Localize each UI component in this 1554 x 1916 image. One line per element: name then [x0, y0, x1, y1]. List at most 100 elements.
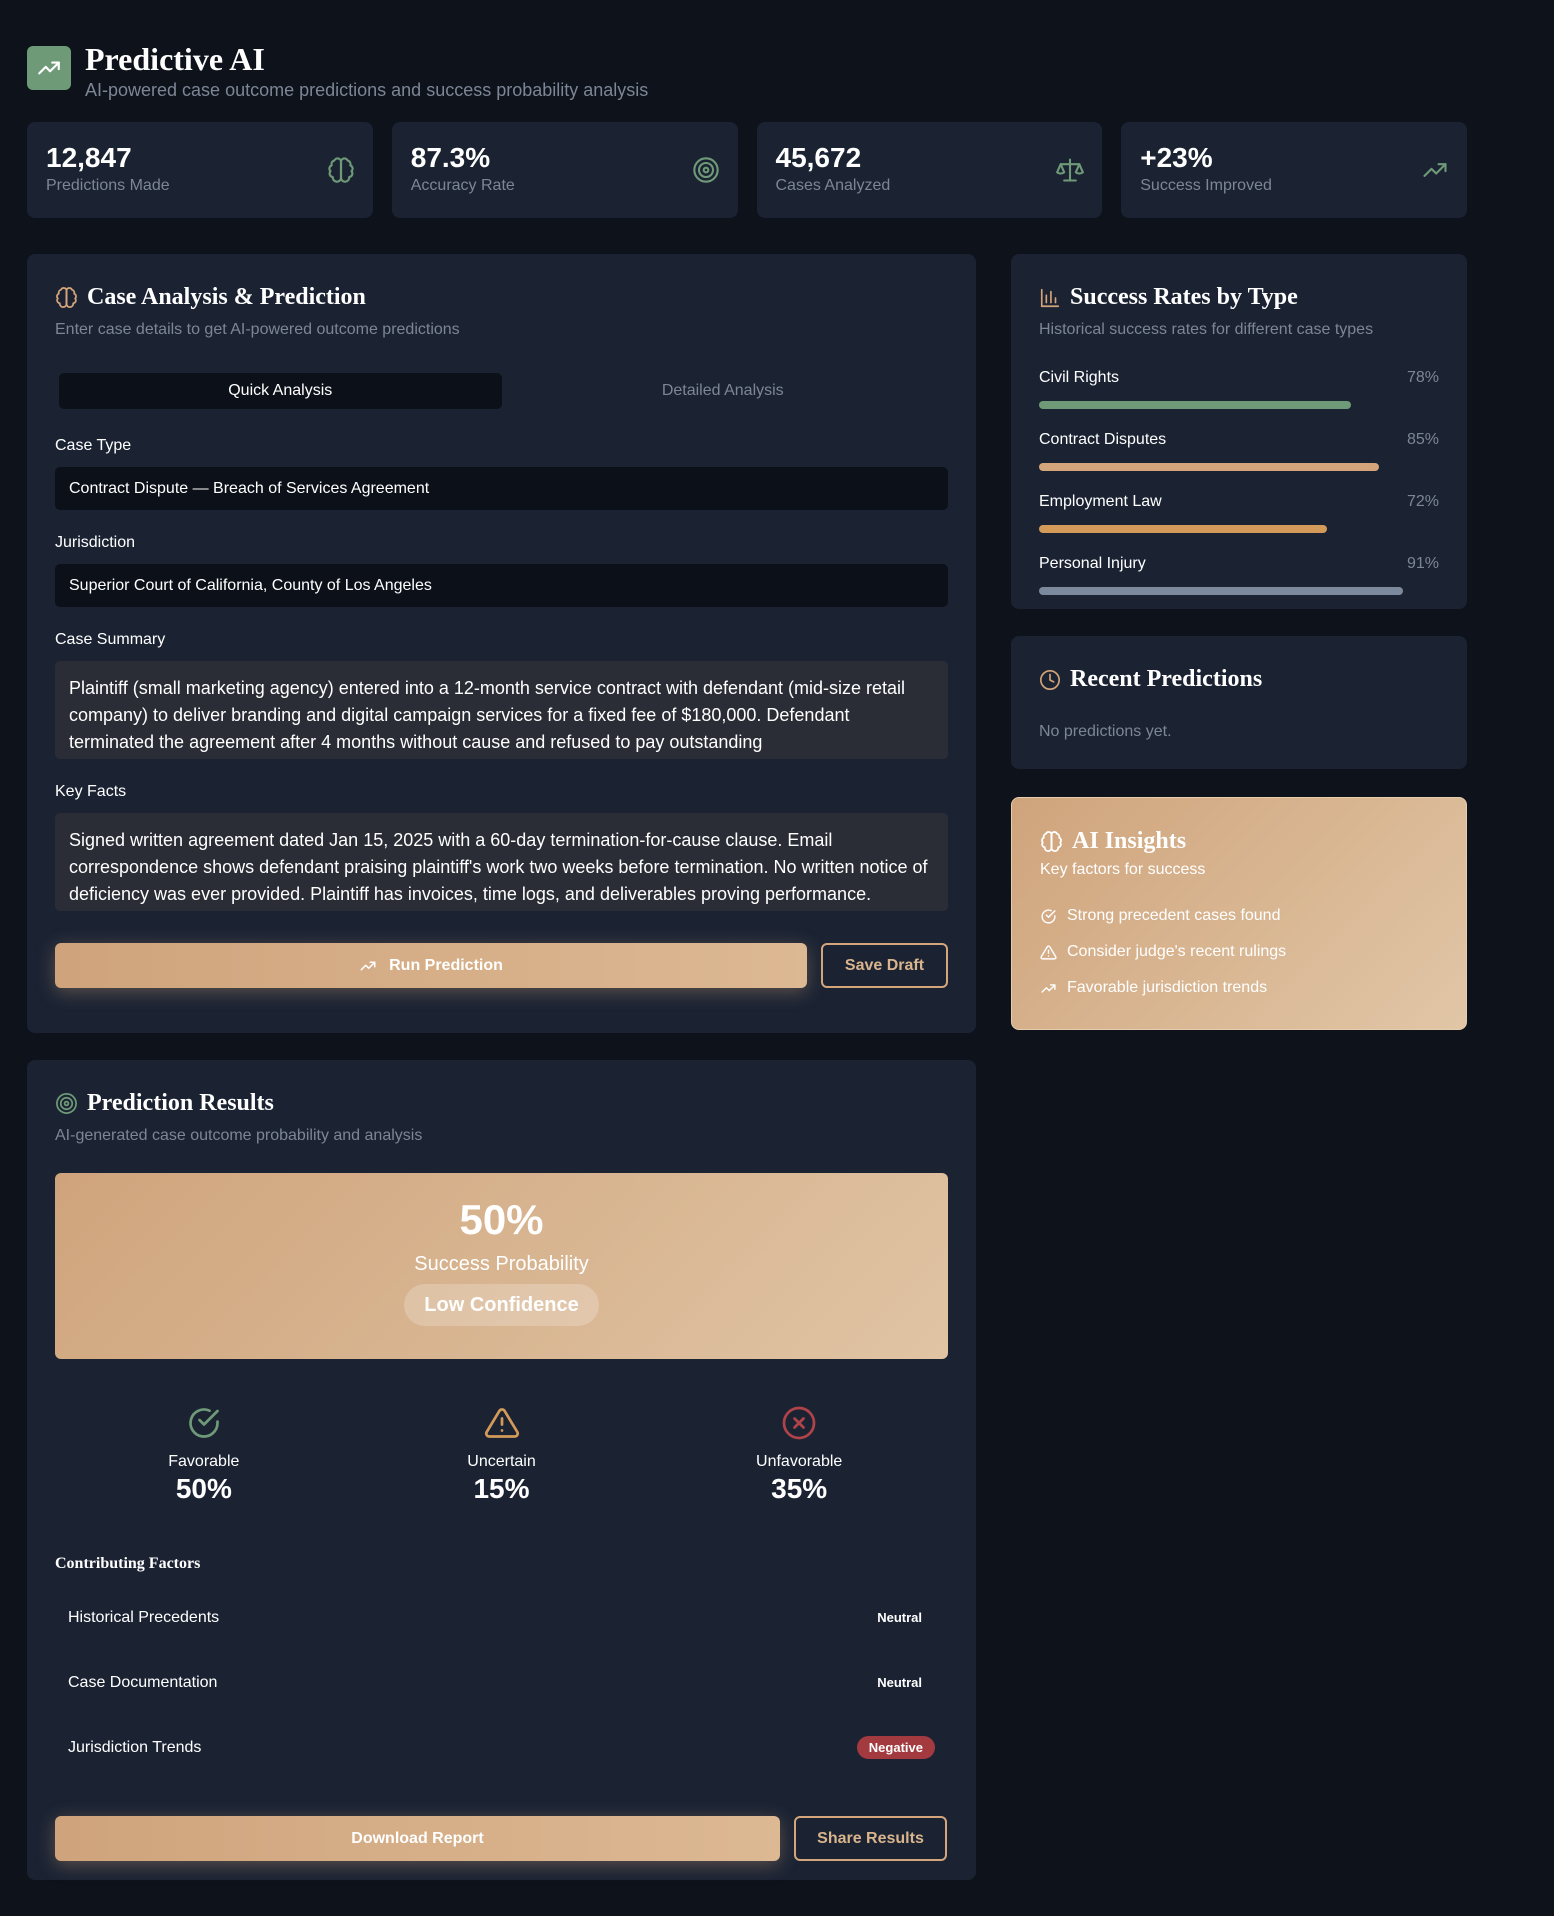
target-icon	[55, 1092, 78, 1115]
case-summary-textarea[interactable]: Plaintiff (small marketing agency) enter…	[55, 661, 948, 759]
probability-panel: 50% Success Probability Low Confidence	[55, 1173, 948, 1359]
clock-icon	[1039, 669, 1061, 691]
save-draft-button[interactable]: Save Draft	[821, 943, 948, 988]
confidence-badge: Low Confidence	[404, 1284, 599, 1326]
factor-name: Case Documentation	[68, 1673, 218, 1691]
card-header: Prediction Results	[55, 1090, 948, 1117]
recent-predictions-card: Recent Predictions No predictions yet.	[1011, 636, 1467, 769]
factor-impact-badge: Neutral	[877, 1610, 922, 1625]
run-prediction-button[interactable]: Run Prediction	[55, 943, 807, 988]
jurisdiction-input[interactable]: Superior Court of California, County of …	[55, 564, 948, 607]
factors-title: Contributing Factors	[55, 1555, 201, 1572]
page-subtitle: AI-powered case outcome predictions and …	[85, 80, 649, 100]
rates-list: Civil Rights 78% Contract Disputes 85% Emp…	[1039, 369, 1439, 595]
rate-item: Contract Disputes 85%	[1039, 431, 1439, 471]
empty-state-text: No predictions yet.	[1039, 723, 1172, 740]
x-circle-icon	[781, 1405, 817, 1441]
factor-row: Jurisdiction Trends Negative	[55, 1715, 948, 1780]
download-report-button[interactable]: Download Report	[55, 1816, 780, 1861]
stat-value: 45,672	[775, 142, 862, 173]
factor-name: Historical Precedents	[68, 1608, 220, 1626]
outcome-value: 50%	[175, 1473, 232, 1504]
rate-name: Civil Rights	[1039, 369, 1120, 386]
share-results-button[interactable]: Share Results	[794, 1816, 947, 1861]
trending-up-icon	[27, 46, 71, 90]
factor-impact-badge: Negative	[856, 1736, 935, 1759]
insight-text: Favorable jurisdiction trends	[1067, 979, 1268, 996]
run-prediction-label: Run Prediction	[389, 956, 503, 974]
outcome-label: Favorable	[168, 1453, 240, 1470]
tab-detailed-analysis[interactable]: Detailed Analysis	[502, 373, 945, 409]
key-facts-label: Key Facts	[55, 783, 127, 800]
stat-label: Accuracy Rate	[410, 177, 515, 194]
case-type-label: Case Type	[55, 437, 132, 454]
outcome-label: Unfavorable	[756, 1453, 843, 1470]
rate-name: Employment Law	[1039, 493, 1162, 510]
insight-text: Strong precedent cases found	[1067, 907, 1281, 924]
card-header: Case Analysis & Prediction	[55, 284, 948, 311]
card-title: AI Insights	[1072, 828, 1187, 854]
stats-row: 12,847 Predictions Made 87.3% Accuracy R…	[27, 122, 1467, 218]
jurisdiction-label: Jurisdiction	[55, 534, 136, 551]
target-icon	[692, 156, 720, 184]
trending-up-icon	[359, 957, 377, 975]
insight-item: Strong precedent cases found	[1040, 907, 1438, 925]
card-title: Success Rates by Type	[1070, 284, 1298, 310]
card-header: Success Rates by Type	[1039, 284, 1439, 311]
factor-row: Case Documentation Neutral	[55, 1650, 948, 1715]
outcome-value: 15%	[473, 1473, 530, 1504]
rate-bar-track	[1039, 401, 1439, 409]
alert-triangle-icon	[1040, 944, 1057, 961]
insight-item: Favorable jurisdiction trends	[1040, 979, 1438, 997]
stat-label: Cases Analyzed	[775, 177, 891, 194]
rate-item: Civil Rights 78%	[1039, 369, 1439, 409]
case-analysis-card: Case Analysis & Prediction Enter case de…	[27, 254, 976, 1033]
card-header: Recent Predictions	[1039, 666, 1439, 693]
case-summary-label: Case Summary	[55, 631, 166, 648]
page-header: Predictive AI AI-powered case outcome pr…	[27, 40, 648, 101]
trending-up-icon	[1421, 156, 1449, 184]
case-actions: Run Prediction Save Draft	[55, 943, 948, 988]
rate-item: Personal Injury 91%	[1039, 555, 1439, 595]
probability-value: 50%	[459, 1196, 544, 1243]
stat-value: 12,847	[46, 142, 132, 173]
page-title: Predictive AI	[85, 41, 265, 77]
card-title: Case Analysis & Prediction	[87, 284, 366, 310]
rate-bar-fill	[1039, 401, 1351, 409]
alert-triangle-icon	[484, 1405, 520, 1441]
rate-percent: 85%	[1406, 431, 1439, 448]
outcome-favorable: Favorable 50%	[55, 1405, 353, 1505]
rate-name: Personal Injury	[1039, 555, 1146, 572]
card-header: AI Insights	[1040, 828, 1438, 855]
rate-bar-fill	[1039, 525, 1327, 533]
check-circle-icon	[186, 1405, 222, 1441]
insight-item: Consider judge's recent rulings	[1040, 943, 1438, 961]
rate-bar-track	[1039, 525, 1439, 533]
rate-name: Contract Disputes	[1039, 431, 1167, 448]
card-title: Prediction Results	[87, 1090, 274, 1116]
insight-text: Consider judge's recent rulings	[1067, 943, 1287, 960]
probability-label: Success Probability	[414, 1253, 589, 1275]
trending-up-icon	[1040, 980, 1057, 997]
insights-list: Strong precedent cases found Consider ju…	[1040, 907, 1438, 997]
analysis-tabs: Quick Analysis Detailed Analysis	[55, 369, 948, 413]
key-facts-textarea[interactable]: Signed written agreement dated Jan 15, 2…	[55, 813, 948, 911]
case-type-input[interactable]: Contract Dispute — Breach of Services Ag…	[55, 467, 948, 510]
outcome-breakdown: Favorable 50% Uncertain 15% Unfavorable …	[55, 1405, 948, 1505]
factor-impact-badge: Neutral	[877, 1675, 922, 1690]
outcome-uncertain: Uncertain 15%	[353, 1405, 651, 1505]
factors-list: Historical Precedents Neutral Case Docum…	[55, 1585, 948, 1780]
rate-bar-fill	[1039, 587, 1403, 595]
rate-percent: 91%	[1406, 555, 1439, 572]
tab-quick-analysis[interactable]: Quick Analysis	[59, 373, 502, 409]
outcome-label: Uncertain	[467, 1453, 536, 1470]
prediction-results-card: Prediction Results AI-generated case out…	[27, 1060, 976, 1880]
rate-bar-track	[1039, 463, 1439, 471]
rate-percent: 78%	[1406, 369, 1439, 386]
rate-item: Employment Law 72%	[1039, 493, 1439, 533]
stat-value: +23%	[1140, 142, 1213, 173]
results-actions: Download Report Share Results	[55, 1816, 948, 1861]
outcome-unfavorable: Unfavorable 35%	[650, 1405, 948, 1505]
factor-row: Historical Precedents Neutral	[55, 1585, 948, 1650]
card-subtitle: Enter case details to get AI-powered out…	[55, 321, 460, 338]
